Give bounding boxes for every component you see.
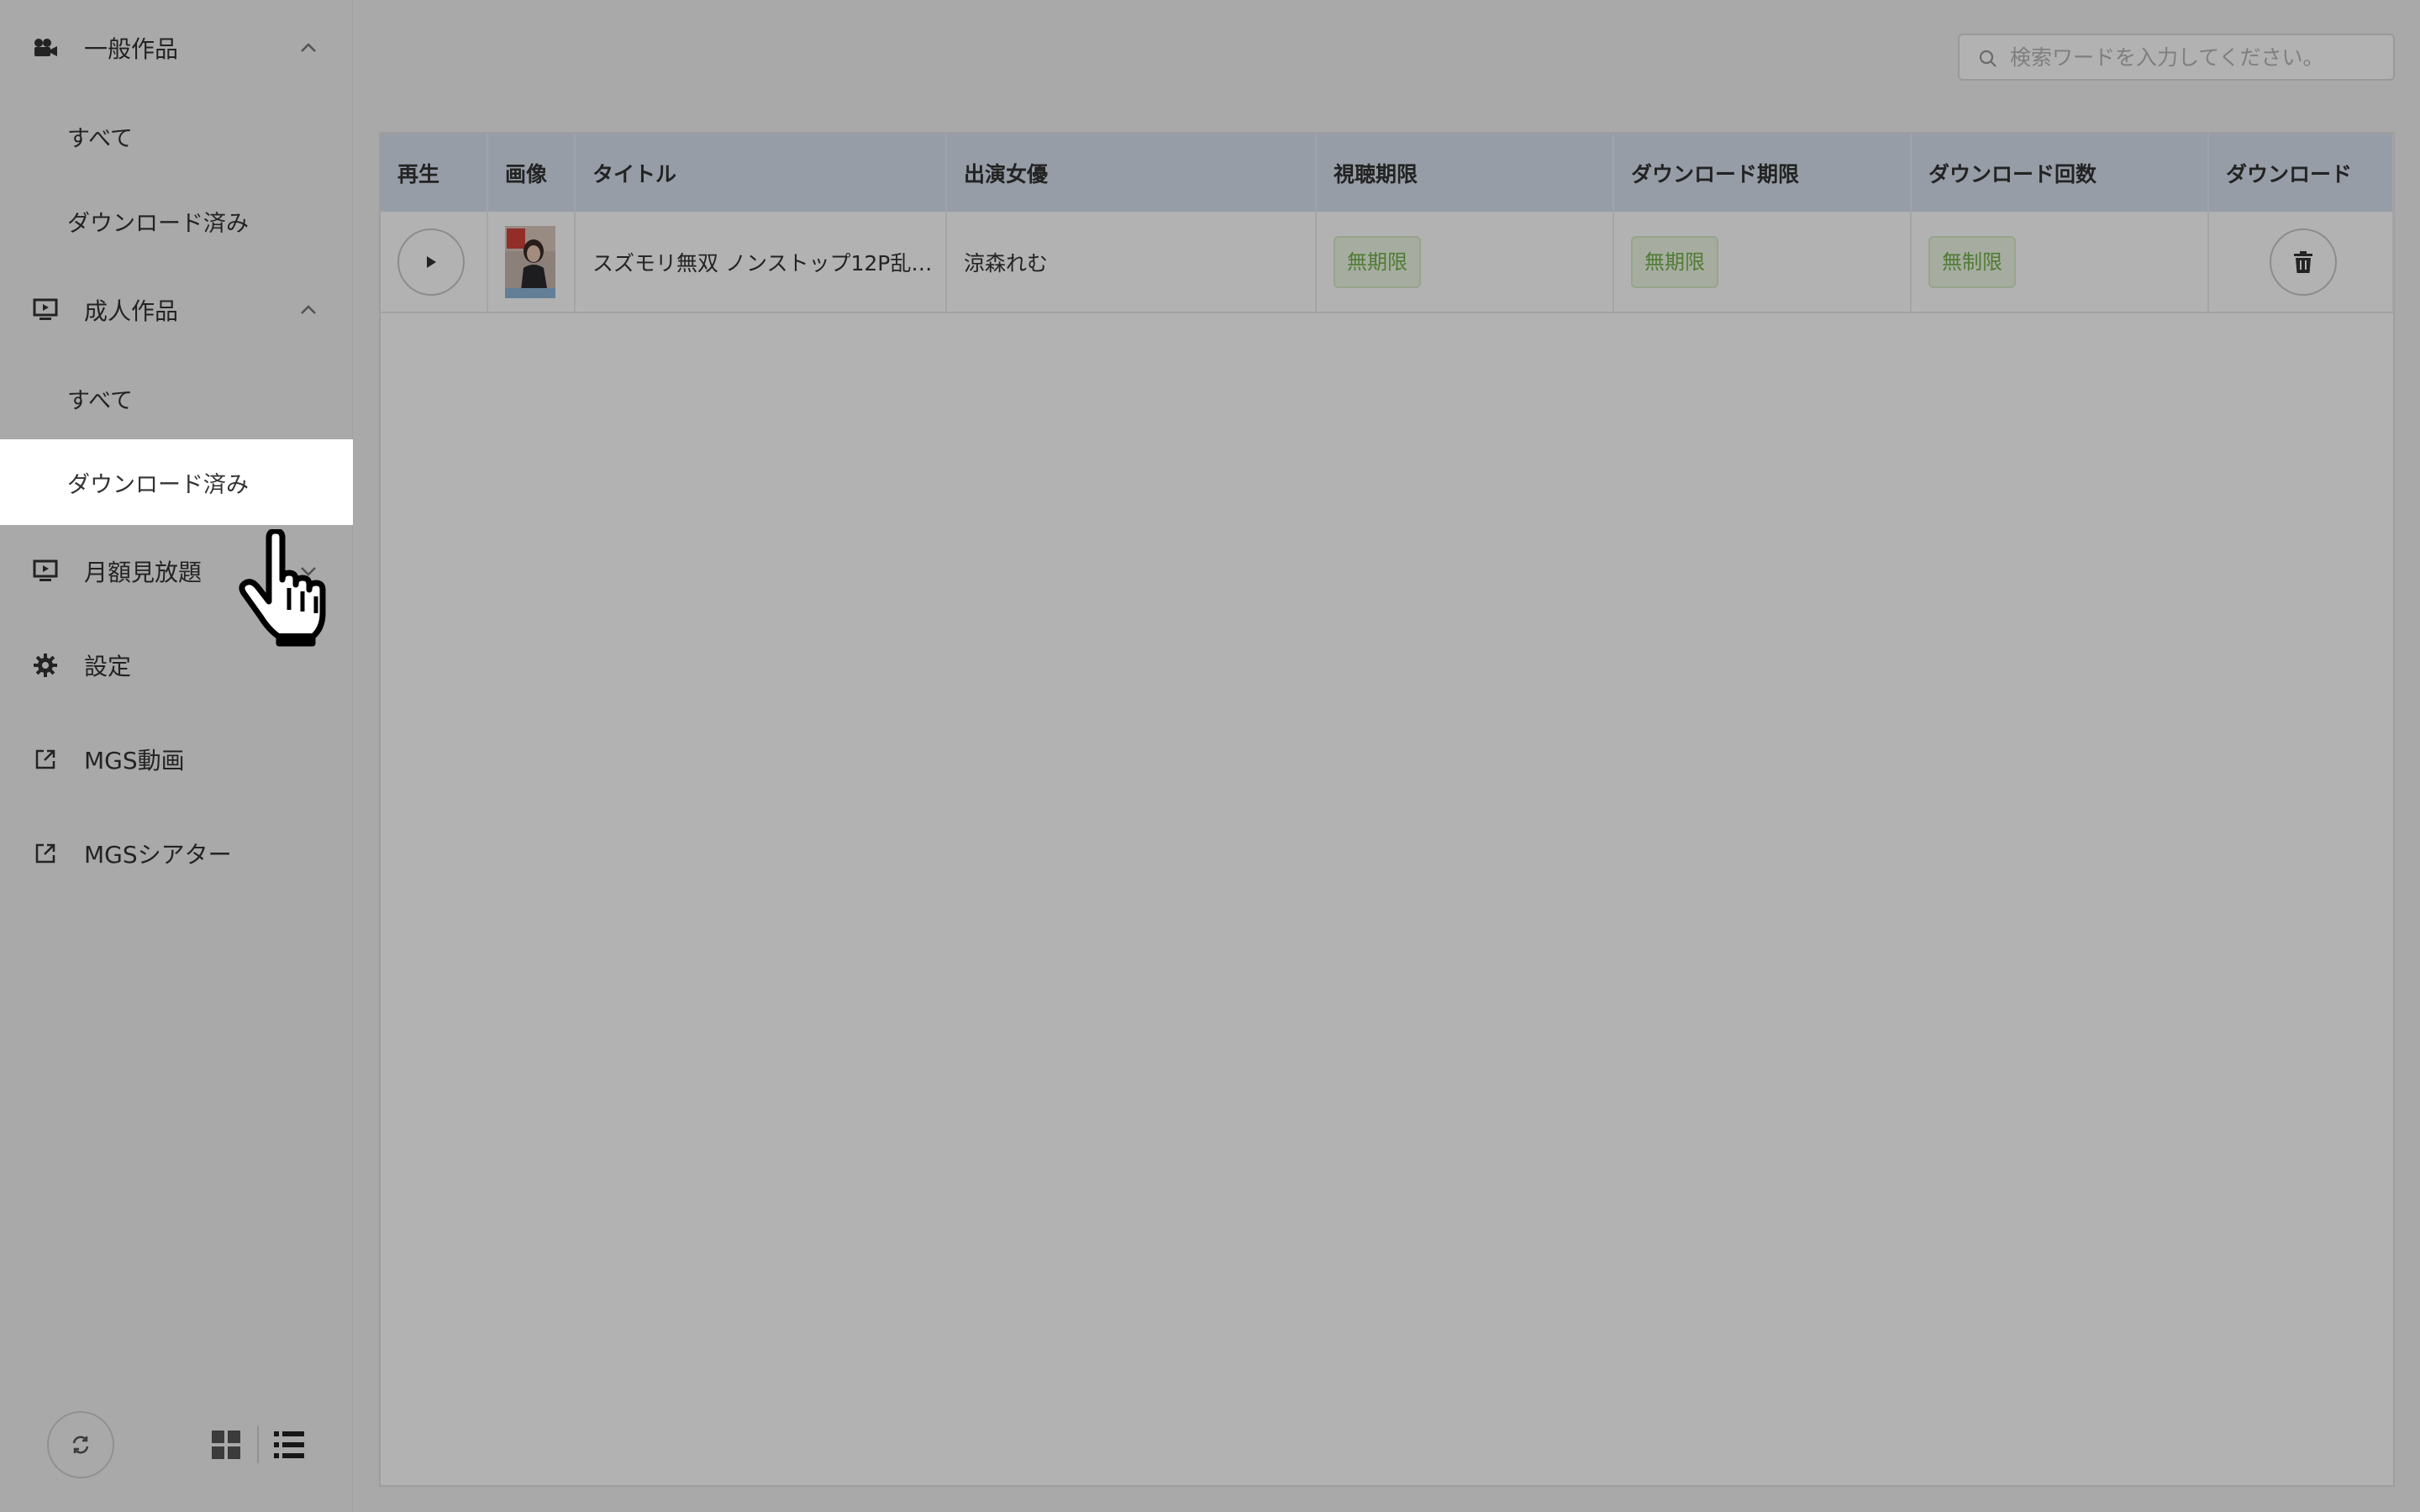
group-subscription-label: 月額見放題 [84, 559, 203, 586]
column-header-image[interactable]: 画像 [487, 134, 576, 212]
sidebar-item-general-all[interactable]: すべて [0, 94, 353, 178]
table-row[interactable]: スズモリ無双 ノンストップ12P乱… 涼森れむ 無期限 無期限 無制限 [381, 212, 2394, 313]
settings-label: 設定 [84, 653, 132, 680]
thumbnail-cell [487, 212, 576, 313]
gear-icon [32, 652, 59, 679]
external-link-icon [32, 840, 59, 867]
mgs-video-label: MGS動画 [84, 747, 185, 774]
group-general-label: 一般作品 [84, 35, 179, 63]
refresh-icon [72, 1436, 89, 1454]
table-header-row: 再生 画像 タイトル 出演女優 視聴期限 ダウンロード期限 ダウンロード回数 ダ… [381, 134, 2394, 212]
sidebar-item-mgs-theater[interactable]: MGSシアター [0, 811, 353, 895]
external-link-icon [32, 746, 59, 773]
grid-view-icon[interactable] [212, 1431, 240, 1459]
actress-cell[interactable]: 涼森れむ [946, 212, 1317, 313]
search-box[interactable] [1958, 34, 2395, 81]
thumbnail-image[interactable] [505, 225, 555, 298]
refresh-button[interactable] [47, 1411, 114, 1478]
group-general-header[interactable]: 一般作品 [0, 6, 353, 90]
chevron-up-icon [301, 305, 316, 314]
download-limit-tag: 無期限 [1631, 235, 1718, 288]
column-header-download[interactable]: ダウンロード [2208, 134, 2394, 212]
view-divider [257, 1426, 259, 1463]
monitor-play-icon [32, 297, 59, 323]
monitor-play-icon [32, 558, 59, 585]
download-cell [2208, 212, 2394, 313]
column-header-view-limit[interactable]: 視聴期限 [1316, 134, 1614, 212]
search-icon [1979, 50, 1996, 67]
group-adult-label: 成人作品 [84, 297, 179, 325]
column-header-actress[interactable]: 出演女優 [946, 134, 1317, 212]
play-button[interactable] [397, 228, 465, 296]
chevron-up-icon [301, 43, 316, 52]
delete-download-button[interactable] [2270, 228, 2337, 296]
sidebar-item-adult-all[interactable]: すべて [0, 356, 353, 440]
highlighted-sidebar-item-adult-downloaded[interactable]: ダウンロード済み [0, 439, 353, 525]
video-camera-icon [32, 34, 59, 61]
trash-icon [2294, 250, 2312, 273]
download-count-tag: 無制限 [1928, 235, 2016, 288]
play-icon [427, 255, 436, 268]
view-limit-tag: 無期限 [1334, 235, 1421, 288]
list-view-icon[interactable] [274, 1431, 304, 1459]
sidebar: 一般作品 すべて ダウンロード済み 成人作品 すべて ダウンロード済み 月額見放… [0, 0, 353, 1512]
column-header-download-limit[interactable]: ダウンロード期限 [1613, 134, 1912, 212]
search-input[interactable] [2010, 40, 2380, 74]
title-cell[interactable]: スズモリ無双 ノンストップ12P乱… [575, 212, 947, 313]
column-header-title[interactable]: タイトル [575, 134, 947, 212]
mgs-theater-label: MGSシアター [84, 841, 232, 869]
download-count-cell: 無制限 [1911, 212, 2209, 313]
hand-pointer-icon [239, 529, 326, 647]
column-header-play[interactable]: 再生 [381, 134, 488, 212]
works-table: 再生 画像 タイトル 出演女優 視聴期限 ダウンロード期限 ダウンロード回数 ダ… [379, 132, 2395, 1487]
column-header-download-count[interactable]: ダウンロード回数 [1911, 134, 2209, 212]
download-limit-cell: 無期限 [1613, 212, 1912, 313]
group-adult-header[interactable]: 成人作品 [0, 268, 353, 352]
sidebar-item-general-downloaded[interactable]: ダウンロード済み [0, 179, 353, 263]
sidebar-item-mgs-video[interactable]: MGS動画 [0, 717, 353, 801]
view-limit-cell: 無期限 [1316, 212, 1614, 313]
play-cell [381, 212, 488, 313]
